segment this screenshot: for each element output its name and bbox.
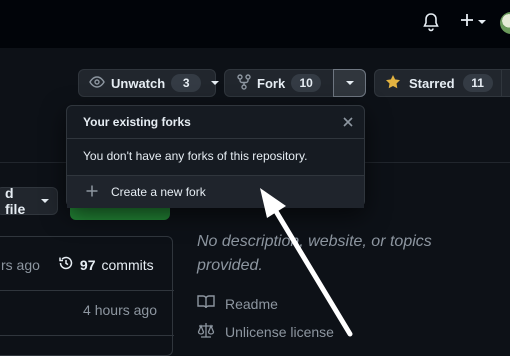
annotation-arrow [260, 188, 353, 337]
